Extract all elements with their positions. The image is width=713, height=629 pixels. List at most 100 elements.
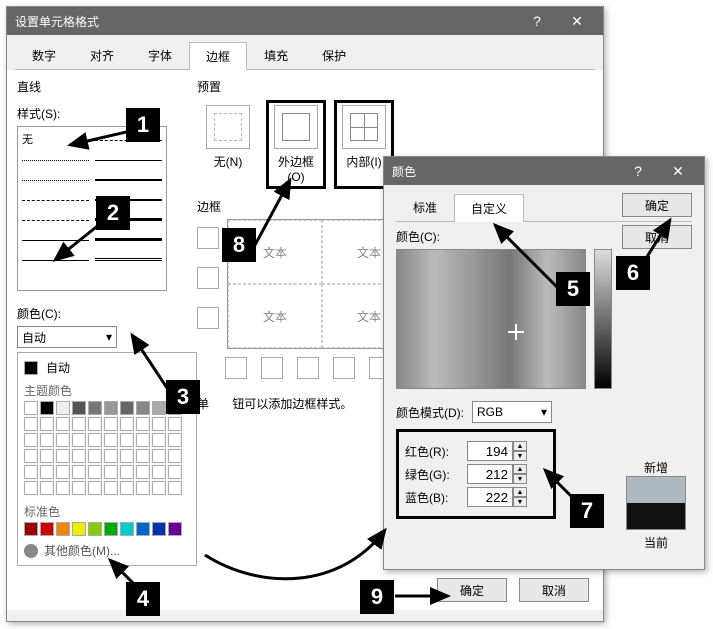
blue-spinner[interactable]: ▲▼ xyxy=(467,487,527,507)
color-swatch[interactable] xyxy=(40,449,54,463)
border-mid-h-button[interactable] xyxy=(197,267,219,289)
color-swatch[interactable] xyxy=(120,522,134,536)
color-dropdown[interactable]: 自动 ▾ xyxy=(17,326,117,348)
color-swatch[interactable] xyxy=(120,481,134,495)
color-swatch[interactable] xyxy=(136,522,150,536)
color-swatch[interactable] xyxy=(72,465,86,479)
color-gradient[interactable] xyxy=(396,249,586,389)
color-swatch[interactable] xyxy=(72,481,86,495)
color-swatch[interactable] xyxy=(120,401,134,415)
more-colors-item[interactable]: 其他颜色(M)... xyxy=(24,542,190,559)
main-cancel-button[interactable]: 取消 xyxy=(519,578,589,602)
tab-font[interactable]: 字体 xyxy=(131,41,189,69)
color-swatch[interactable] xyxy=(104,433,118,447)
color-swatch[interactable] xyxy=(152,417,166,431)
color-ok-button[interactable]: 确定 xyxy=(622,193,692,217)
color-swatch[interactable] xyxy=(152,522,166,536)
color-swatch[interactable] xyxy=(56,481,70,495)
color-swatch[interactable] xyxy=(104,449,118,463)
preset-outline[interactable]: 外边框(O) xyxy=(271,105,321,184)
color-swatch[interactable] xyxy=(104,401,118,415)
color-swatch[interactable] xyxy=(88,433,102,447)
spin-down-icon[interactable]: ▼ xyxy=(513,474,527,484)
color-swatch[interactable] xyxy=(88,449,102,463)
color-swatch[interactable] xyxy=(168,433,182,447)
spin-up-icon[interactable]: ▲ xyxy=(513,441,527,451)
border-right-button[interactable] xyxy=(333,357,355,379)
tab-fill[interactable]: 填充 xyxy=(247,41,305,69)
color-swatch[interactable] xyxy=(88,522,102,536)
color-cancel-button[interactable]: 取消 xyxy=(622,225,692,249)
tab-protection[interactable]: 保护 xyxy=(305,41,363,69)
color-swatch[interactable] xyxy=(104,481,118,495)
color-swatch[interactable] xyxy=(40,522,54,536)
line-style-list[interactable]: 无 xyxy=(17,126,167,291)
color-swatch[interactable] xyxy=(136,417,150,431)
color-close-button[interactable]: ✕ xyxy=(660,160,696,182)
color-swatch[interactable] xyxy=(56,401,70,415)
main-ok-button[interactable]: 确定 xyxy=(437,578,507,602)
color-swatch[interactable] xyxy=(88,465,102,479)
color-swatch[interactable] xyxy=(120,417,134,431)
color-swatch[interactable] xyxy=(72,449,86,463)
color-swatch[interactable] xyxy=(152,401,166,415)
color-swatch[interactable] xyxy=(168,481,182,495)
color-swatch[interactable] xyxy=(120,465,134,479)
tab-border[interactable]: 边框 xyxy=(189,42,247,70)
line-style-item[interactable] xyxy=(95,171,162,181)
red-input[interactable] xyxy=(467,441,513,461)
green-input[interactable] xyxy=(467,464,513,484)
line-style-item[interactable] xyxy=(95,251,162,261)
color-swatch[interactable] xyxy=(72,417,86,431)
color-swatch[interactable] xyxy=(136,449,150,463)
line-style-item[interactable] xyxy=(22,231,89,241)
color-swatch[interactable] xyxy=(136,465,150,479)
line-style-none[interactable]: 无 xyxy=(22,131,89,149)
color-swatch[interactable] xyxy=(24,449,38,463)
color-swatch[interactable] xyxy=(104,522,118,536)
color-swatch[interactable] xyxy=(40,417,54,431)
luminosity-slider[interactable] xyxy=(594,249,612,389)
color-swatch[interactable] xyxy=(168,417,182,431)
red-spinner[interactable]: ▲▼ xyxy=(467,441,527,461)
color-swatch[interactable] xyxy=(136,481,150,495)
color-swatch[interactable] xyxy=(72,433,86,447)
color-swatch[interactable] xyxy=(24,465,38,479)
color-swatch[interactable] xyxy=(136,401,150,415)
line-style-item[interactable] xyxy=(22,211,89,221)
preset-inside[interactable]: 内部(I) xyxy=(339,105,389,184)
color-swatch[interactable] xyxy=(152,465,166,479)
color-swatch[interactable] xyxy=(168,465,182,479)
border-diag1-button[interactable] xyxy=(225,357,247,379)
color-swatch[interactable] xyxy=(24,433,38,447)
spin-down-icon[interactable]: ▼ xyxy=(513,451,527,461)
color-swatch[interactable] xyxy=(40,481,54,495)
color-swatch[interactable] xyxy=(40,401,54,415)
help-button[interactable]: ? xyxy=(519,10,555,32)
color-mode-select[interactable]: RGB ▾ xyxy=(472,401,552,423)
color-swatch[interactable] xyxy=(72,401,86,415)
tab-number[interactable]: 数字 xyxy=(15,41,73,69)
border-mid-v-button[interactable] xyxy=(297,357,319,379)
color-help-button[interactable]: ? xyxy=(620,160,656,182)
border-bottom-button[interactable] xyxy=(197,307,219,329)
line-style-item[interactable] xyxy=(22,151,89,161)
color-swatch[interactable] xyxy=(24,481,38,495)
color-swatch[interactable] xyxy=(168,522,182,536)
blue-input[interactable] xyxy=(467,487,513,507)
spin-up-icon[interactable]: ▲ xyxy=(513,487,527,497)
color-swatch[interactable] xyxy=(40,433,54,447)
color-swatch[interactable] xyxy=(56,449,70,463)
green-spinner[interactable]: ▲▼ xyxy=(467,464,527,484)
color-swatch[interactable] xyxy=(56,433,70,447)
tab-alignment[interactable]: 对齐 xyxy=(73,41,131,69)
color-swatch[interactable] xyxy=(104,417,118,431)
preset-none[interactable]: 无(N) xyxy=(203,105,253,184)
color-swatch[interactable] xyxy=(40,465,54,479)
color-swatch[interactable] xyxy=(24,417,38,431)
color-swatch[interactable] xyxy=(152,433,166,447)
line-style-item[interactable] xyxy=(95,151,162,161)
color-swatch[interactable] xyxy=(120,433,134,447)
color-swatch[interactable] xyxy=(24,401,38,415)
line-style-item[interactable] xyxy=(95,231,162,241)
